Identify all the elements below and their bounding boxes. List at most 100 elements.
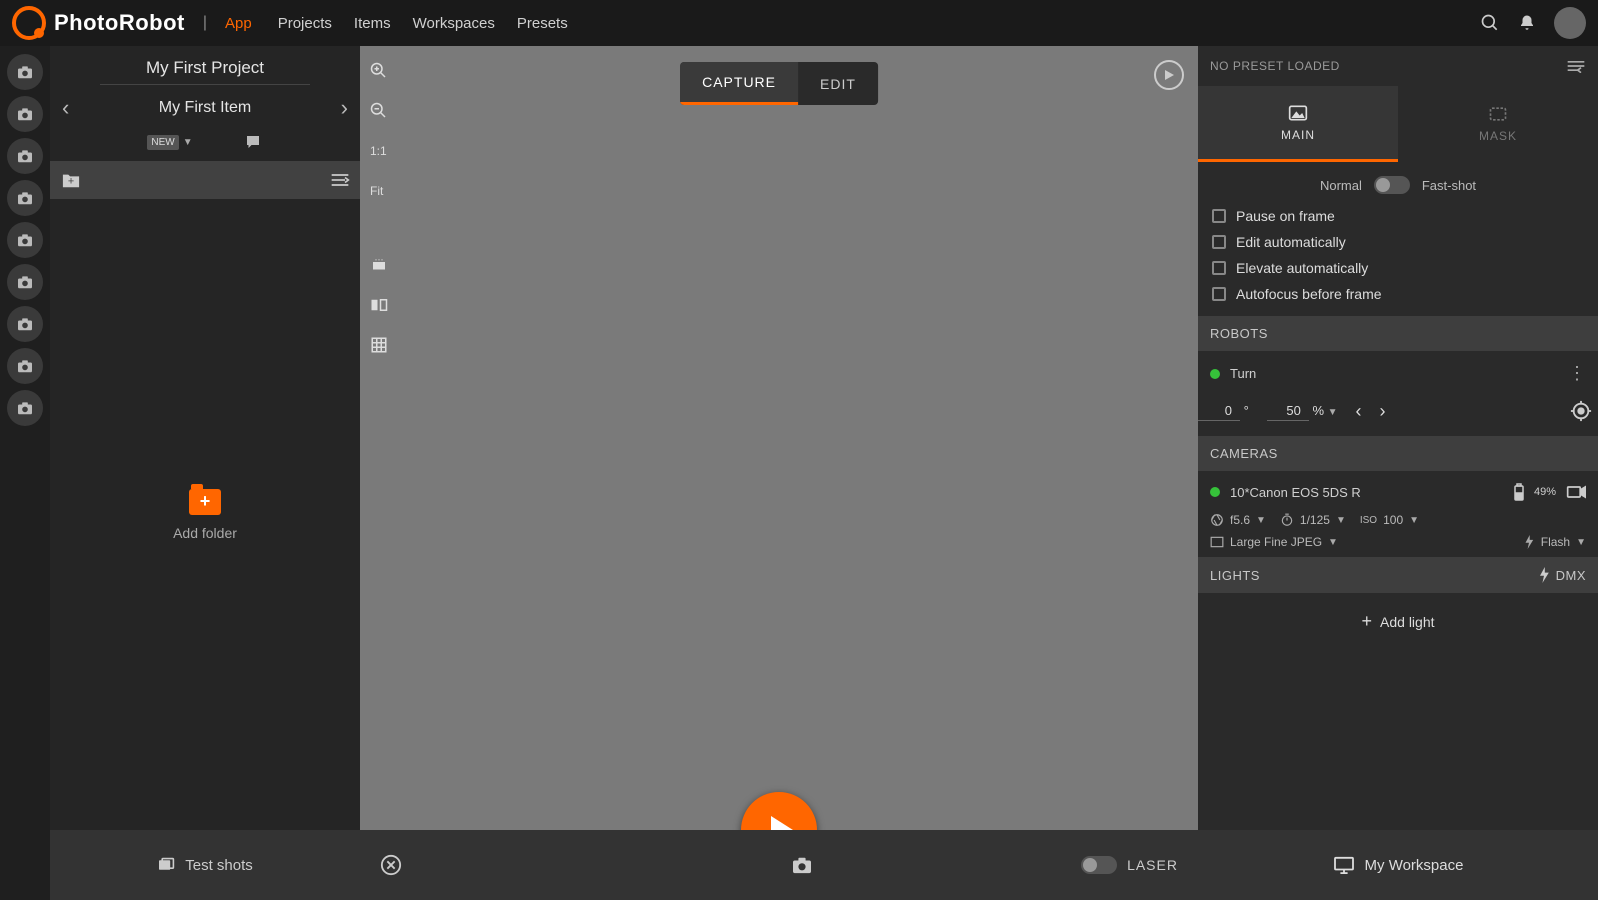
chk-edit-auto[interactable]: Edit automatically xyxy=(1212,234,1584,250)
next-item-icon[interactable]: › xyxy=(341,95,348,121)
add-folder-button[interactable]: + xyxy=(60,171,82,189)
bolt-icon xyxy=(1538,567,1550,583)
add-light-button[interactable]: + Add light xyxy=(1198,593,1598,650)
compare-icon[interactable] xyxy=(370,292,400,318)
item-meta-row: NEW ▼ xyxy=(50,129,360,161)
mode-normal-label: Normal xyxy=(1320,178,1362,193)
zoom-fit-button[interactable]: Fit xyxy=(370,178,400,204)
turn-speed-dropdown[interactable]: 50 % ▼ xyxy=(1267,401,1338,421)
camera-settings-row-1: f5.6▼ 1/125▼ ISO100▼ xyxy=(1198,513,1598,535)
chk-elevate-auto[interactable]: Elevate automatically xyxy=(1212,260,1584,276)
rail-camera-7[interactable] xyxy=(7,306,43,342)
aperture-dropdown[interactable]: f5.6▼ xyxy=(1210,513,1266,527)
logo-icon xyxy=(12,6,46,40)
rail-camera-3[interactable] xyxy=(7,138,43,174)
toggle-switch xyxy=(1081,856,1117,874)
turn-left-icon[interactable]: ‹ xyxy=(1356,401,1362,422)
laser-label: LASER xyxy=(1127,857,1178,873)
folder-toolbar: + xyxy=(50,161,360,199)
zoom-out-icon[interactable] xyxy=(370,98,400,124)
shot-mode-toggle[interactable] xyxy=(1374,176,1410,194)
rail-camera-5[interactable] xyxy=(7,222,43,258)
chk-autofocus[interactable]: Autofocus before frame xyxy=(1212,286,1584,302)
rail-camera-2[interactable] xyxy=(7,96,43,132)
svg-text:+: + xyxy=(68,176,74,188)
project-title[interactable]: My First Project xyxy=(100,58,310,85)
rail-camera-4[interactable] xyxy=(7,180,43,216)
battery-label: 49% xyxy=(1534,486,1556,498)
edit-tab[interactable]: EDIT xyxy=(798,62,878,105)
camera-settings-row-2: Large Fine JPEG▼ Flash▼ xyxy=(1198,535,1598,557)
add-folder-big-button[interactable]: Add folder xyxy=(173,489,237,541)
tab-mask[interactable]: MASK xyxy=(1398,86,1598,162)
project-header: My First Project xyxy=(50,46,360,85)
add-folder-label: Add folder xyxy=(173,525,237,541)
rail-camera-8[interactable] xyxy=(7,348,43,384)
top-bar: PhotoRobot | App Projects Items Workspac… xyxy=(0,0,1598,46)
prev-item-icon[interactable]: ‹ xyxy=(62,95,69,121)
brand-separator: | xyxy=(203,14,207,32)
laser-toggle[interactable]: LASER xyxy=(1081,856,1178,874)
preview-play-icon[interactable] xyxy=(1154,60,1184,90)
dmx-indicator[interactable]: DMX xyxy=(1538,567,1586,583)
workspace-button[interactable]: My Workspace xyxy=(1333,856,1464,874)
zoom-1to1-button[interactable]: 1:1 xyxy=(370,138,400,164)
search-icon[interactable] xyxy=(1480,13,1500,33)
item-row: ‹ My First Item › xyxy=(50,85,360,129)
nav-items[interactable]: Items xyxy=(354,15,391,32)
folders-empty: Add folder xyxy=(50,199,360,830)
nav-workspaces[interactable]: Workspaces xyxy=(413,15,495,32)
turn-target-icon[interactable] xyxy=(1570,400,1592,422)
status-dot-icon xyxy=(1210,369,1220,379)
rail-camera-1[interactable] xyxy=(7,54,43,90)
flash-dropdown[interactable]: Flash▼ xyxy=(1523,535,1586,549)
app-label: App xyxy=(225,15,252,32)
robot-row: Turn ⋮ xyxy=(1198,351,1598,396)
camera-rail xyxy=(0,46,50,900)
item-status-dropdown[interactable]: NEW ▼ xyxy=(147,133,192,151)
grid-icon[interactable] xyxy=(370,332,400,358)
preset-menu-icon[interactable] xyxy=(1566,59,1586,73)
preset-row: NO PRESET LOADED xyxy=(1198,46,1598,86)
test-shots-button[interactable]: Test shots xyxy=(157,857,253,874)
image-icon xyxy=(1288,104,1308,122)
liveview-icon[interactable] xyxy=(1566,485,1586,499)
tab-main[interactable]: MAIN xyxy=(1198,86,1398,162)
aperture-icon xyxy=(1210,513,1224,527)
comment-icon[interactable] xyxy=(243,133,263,151)
turn-controls: 0 ° 50 % ▼ ‹ › xyxy=(1198,396,1598,436)
iso-dropdown[interactable]: ISO100▼ xyxy=(1360,513,1419,527)
folder-menu-icon[interactable] xyxy=(330,172,350,188)
lights-header: LIGHTS DMX xyxy=(1198,557,1598,593)
center-viewport: 1:1 Fit CAPTURE EDIT LASER xyxy=(360,46,1198,900)
capture-tab[interactable]: CAPTURE xyxy=(680,62,798,105)
timer-icon xyxy=(1280,513,1294,527)
capture-options: Pause on frame Edit automatically Elevat… xyxy=(1198,208,1598,316)
left-footer: Test shots xyxy=(50,830,360,900)
avatar[interactable] xyxy=(1554,7,1586,39)
rail-camera-6[interactable] xyxy=(7,264,43,300)
cancel-icon[interactable] xyxy=(380,854,402,876)
battery-icon xyxy=(1514,483,1524,501)
mode-tabs: CAPTURE EDIT xyxy=(680,62,878,105)
robot-menu-icon[interactable]: ⋮ xyxy=(1568,363,1586,384)
nav-presets[interactable]: Presets xyxy=(517,15,568,32)
nav-projects[interactable]: Projects xyxy=(278,15,332,32)
right-footer: My Workspace xyxy=(1198,830,1598,900)
turn-right-icon[interactable]: › xyxy=(1380,401,1386,422)
single-shot-icon[interactable] xyxy=(791,856,813,874)
rail-camera-9[interactable] xyxy=(7,390,43,426)
test-shots-label: Test shots xyxy=(185,857,253,874)
turn-degree-input[interactable]: 0 ° xyxy=(1198,401,1249,421)
tab-main-label: MAIN xyxy=(1281,128,1315,142)
format-dropdown[interactable]: Large Fine JPEG▼ xyxy=(1210,535,1338,549)
shutter-dropdown[interactable]: 1/125▼ xyxy=(1280,513,1346,527)
center-footer: LASER xyxy=(360,830,1198,900)
status-dot-icon xyxy=(1210,487,1220,497)
zoom-in-icon[interactable] xyxy=(370,58,400,84)
plus-icon: + xyxy=(1362,611,1373,632)
chk-pause-on-frame[interactable]: Pause on frame xyxy=(1212,208,1584,224)
item-title[interactable]: My First Item xyxy=(159,99,251,117)
exposure-icon[interactable] xyxy=(370,252,400,278)
bell-icon[interactable] xyxy=(1518,13,1536,33)
